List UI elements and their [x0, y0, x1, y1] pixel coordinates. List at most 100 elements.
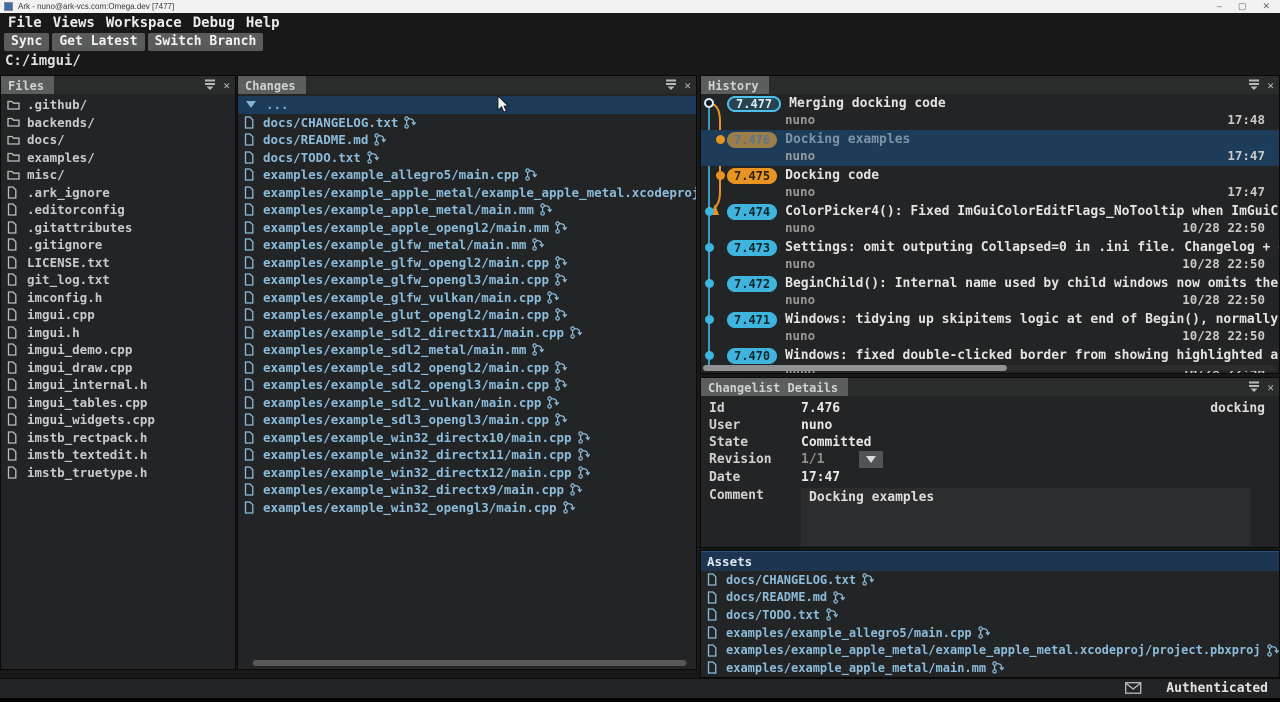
asset-row[interactable]: docs/README.md — [701, 589, 1279, 607]
asset-row[interactable]: docs/CHANGELOG.txt — [701, 571, 1279, 589]
changed-file-row[interactable]: docs/README.md — [238, 131, 696, 149]
changed-file-row[interactable]: examples/example_sdl2_opengl2/main.cpp — [238, 359, 696, 377]
file-tree-item[interactable]: .ark_ignore — [1, 184, 235, 202]
menu-item[interactable]: Help — [246, 15, 280, 31]
file-tree-item[interactable]: backends/ — [1, 114, 235, 132]
revision-dropdown-button[interactable] — [859, 451, 883, 468]
file-tree-item[interactable]: docs/ — [1, 131, 235, 149]
changed-file-row[interactable]: examples/example_win32_directx12/main.cp… — [238, 464, 696, 482]
changed-file-row[interactable]: examples/example_glfw_opengl2/main.cpp — [238, 254, 696, 272]
history-row[interactable]: 7.472 BeginChild(): Internal name used b… — [701, 274, 1279, 310]
changed-file-row[interactable]: examples/example_glfw_opengl3/main.cpp — [238, 271, 696, 289]
file-tree-item[interactable]: misc/ — [1, 166, 235, 184]
changed-file-row[interactable]: examples/example_apple_metal/main.mm — [238, 201, 696, 219]
tab-history[interactable]: History — [701, 76, 769, 94]
changed-file-row[interactable]: examples/example_sdl2_vulkan/main.cpp — [238, 394, 696, 412]
changelist-id-badge[interactable]: 7.476 — [727, 132, 777, 148]
asset-row[interactable]: examples/example_allegro5/main.cpp — [701, 624, 1279, 642]
changed-file-row[interactable]: examples/example_sdl2_directx11/main.cpp — [238, 324, 696, 342]
file-tree-item[interactable]: LICENSE.txt — [1, 254, 235, 272]
changed-file-row[interactable]: examples/example_sdl2_metal/main.mm — [238, 341, 696, 359]
toolbar-button[interactable]: Sync — [4, 33, 49, 51]
changelist-id-badge[interactable]: 7.470 — [727, 348, 777, 364]
file-tree-item[interactable]: imgui_tables.cpp — [1, 394, 235, 412]
changes-root-row[interactable]: ... — [238, 96, 696, 114]
changed-file-row[interactable]: examples/example_glut_opengl2/main.cpp — [238, 306, 696, 324]
close-panel-icon[interactable]: ✕ — [1267, 80, 1274, 91]
close-panel-icon[interactable]: ✕ — [223, 80, 230, 91]
horizontal-scrollbar[interactable] — [252, 660, 688, 666]
menu-item[interactable]: File — [8, 15, 42, 31]
file-tree-item[interactable]: imgui_draw.cpp — [1, 359, 235, 377]
changed-file-row[interactable]: examples/example_apple_metal/example_app… — [238, 184, 696, 202]
file-tree-item[interactable]: imgui_internal.h — [1, 376, 235, 394]
assets-header[interactable]: Assets — [701, 551, 1279, 571]
history-row[interactable]: 7.476 Docking examples nuno 17:47 — [701, 130, 1279, 166]
asset-row[interactable]: examples/example_apple_metal/main.mm — [701, 659, 1279, 677]
file-tree-item[interactable]: imgui_demo.cpp — [1, 341, 235, 359]
close-panel-icon[interactable]: ✕ — [684, 80, 691, 91]
file-tree-item[interactable]: .gitignore — [1, 236, 235, 254]
file-tree-item[interactable]: git_log.txt — [1, 271, 235, 289]
changelist-id-badge[interactable]: 7.472 — [727, 276, 777, 292]
changed-file-row[interactable]: examples/example_allegro5/main.cpp — [238, 166, 696, 184]
toolbar-button[interactable]: Get Latest — [52, 33, 144, 51]
tab-changelist-details[interactable]: Changelist Details — [701, 378, 848, 396]
changed-file-row[interactable]: examples/example_glfw_vulkan/main.cpp — [238, 289, 696, 307]
file-tree-item[interactable]: imconfig.h — [1, 289, 235, 307]
changed-file-row[interactable]: examples/example_glfw_metal/main.mm — [238, 236, 696, 254]
changed-file-row[interactable]: docs/CHANGELOG.txt — [238, 114, 696, 132]
comment-textarea[interactable]: Docking examples — [801, 488, 1251, 546]
filter-icon[interactable] — [1248, 79, 1260, 91]
changed-file-row[interactable]: examples/example_sdl3_opengl3/main.cpp — [238, 411, 696, 429]
file-tree-item[interactable]: imgui.h — [1, 324, 235, 342]
horizontal-scrollbar[interactable] — [703, 365, 1277, 371]
changelist-id-badge[interactable]: 7.477 — [727, 96, 781, 112]
changed-file-row[interactable]: examples/example_win32_directx11/main.cp… — [238, 446, 696, 464]
history-row[interactable]: 7.477 Merging docking code nuno 17:48 — [701, 94, 1279, 130]
history-row[interactable]: 7.474 ColorPicker4(): Fixed ImGuiColorEd… — [701, 202, 1279, 238]
history-row[interactable]: 7.475 Docking code nuno 17:47 — [701, 166, 1279, 202]
collapse-triangle-icon[interactable] — [246, 101, 256, 108]
file-tree-item[interactable]: .editorconfig — [1, 201, 235, 219]
changelist-id-badge[interactable]: 7.473 — [727, 240, 777, 256]
file-tree-item[interactable]: .github/ — [1, 96, 235, 114]
changed-file-row[interactable]: examples/example_win32_directx10/main.cp… — [238, 429, 696, 447]
filter-icon[interactable] — [665, 79, 677, 91]
file-icon — [244, 343, 257, 356]
tab-files[interactable]: Files — [1, 76, 54, 94]
file-icon — [244, 203, 257, 216]
menu-item[interactable]: Views — [53, 15, 95, 31]
file-tree-item[interactable]: examples/ — [1, 149, 235, 167]
titlebar[interactable]: Ark - nuno@ark-vcs.com:Omega.dev [7477] … — [0, 0, 1280, 13]
filter-icon[interactable] — [204, 79, 216, 91]
close-panel-icon[interactable]: ✕ — [1267, 382, 1274, 393]
changed-file-row[interactable]: examples/example_sdl2_opengl3/main.cpp — [238, 376, 696, 394]
changelist-id-badge[interactable]: 7.474 — [727, 204, 777, 220]
tab-changes[interactable]: Changes — [238, 76, 306, 94]
close-button[interactable]: ✕ — [1262, 2, 1270, 11]
revision-select-value[interactable]: 1/1 — [801, 452, 847, 467]
menu-item[interactable]: Debug — [193, 15, 235, 31]
changed-file-row[interactable]: examples/example_apple_opengl2/main.mm — [238, 219, 696, 237]
changelist-id-badge[interactable]: 7.471 — [727, 312, 777, 328]
maximize-button[interactable]: ▢ — [1238, 2, 1247, 11]
asset-row[interactable]: docs/TODO.txt — [701, 606, 1279, 624]
filter-icon[interactable] — [1248, 381, 1260, 393]
toolbar-button[interactable]: Switch Branch — [148, 33, 264, 51]
file-tree-item[interactable]: .gitattributes — [1, 219, 235, 237]
file-tree-item[interactable]: imgui.cpp — [1, 306, 235, 324]
file-tree-item[interactable]: imgui_widgets.cpp — [1, 411, 235, 429]
history-row[interactable]: 7.473 Settings: omit outputing Collapsed… — [701, 238, 1279, 274]
history-row[interactable]: 7.471 Windows: tidying up skipitems logi… — [701, 310, 1279, 346]
file-tree-item[interactable]: imstb_rectpack.h — [1, 429, 235, 447]
changed-file-row[interactable]: examples/example_win32_opengl3/main.cpp — [238, 499, 696, 517]
minimize-button[interactable]: – — [1217, 2, 1222, 11]
file-tree-item[interactable]: imstb_truetype.h — [1, 464, 235, 482]
file-tree-item[interactable]: imstb_textedit.h — [1, 446, 235, 464]
menu-item[interactable]: Workspace — [106, 15, 182, 31]
changed-file-row[interactable]: examples/example_win32_directx9/main.cpp — [238, 481, 696, 499]
changed-file-row[interactable]: docs/TODO.txt — [238, 149, 696, 167]
changelist-id-badge[interactable]: 7.475 — [727, 168, 777, 184]
asset-row[interactable]: examples/example_apple_metal/example_app… — [701, 641, 1279, 659]
